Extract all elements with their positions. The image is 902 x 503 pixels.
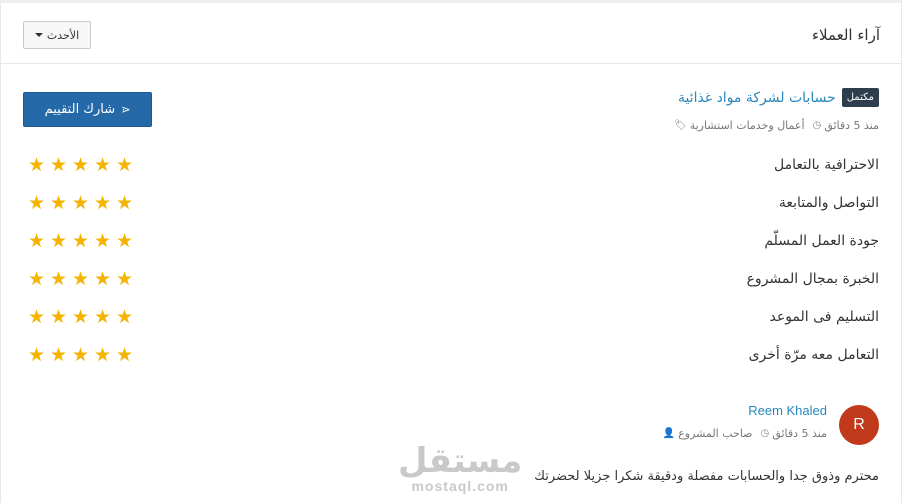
rating-row: التسليم فى الموعد ★ ★ ★ ★ ★ — [23, 305, 879, 343]
review-time: ◷ منذ 5 دقائق — [761, 427, 827, 440]
page-title: آراء العملاء — [811, 26, 880, 44]
project-time-label: منذ 5 دقائق — [824, 119, 879, 132]
clock-icon: ◷ — [812, 120, 822, 131]
rating-row: التعامل معه مرّة أخرى ★ ★ ★ ★ ★ — [23, 343, 879, 381]
star-icon: ★ — [27, 344, 46, 366]
review-time-label: منذ 5 دقائق — [772, 427, 827, 440]
star-icon: ★ — [49, 192, 68, 214]
star-icon: ★ — [49, 230, 68, 252]
rating-row: الخبرة بمجال المشروع ★ ★ ★ ★ ★ — [23, 267, 879, 305]
caret-down-icon — [34, 33, 43, 37]
star-icon: ★ — [71, 306, 90, 328]
sort-dropdown[interactable]: الأحدث — [23, 21, 91, 49]
rating-label: الاحترافية بالتعامل — [773, 157, 879, 173]
star-icon: ★ — [27, 192, 46, 214]
star-icon: ★ — [49, 306, 68, 328]
star-rating: ★ ★ ★ ★ ★ — [27, 155, 134, 175]
star-icon: ★ — [115, 306, 134, 328]
share-rating-label: شارك التقييم — [44, 102, 116, 117]
mostaql-watermark: مستقل mostaql.com — [398, 443, 522, 493]
rating-label: الخبرة بمجال المشروع — [746, 271, 879, 287]
star-rating: ★ ★ ★ ★ ★ — [27, 269, 134, 289]
status-badge: مكتمل — [841, 88, 879, 107]
star-icon: ★ — [27, 268, 46, 290]
review-meta: 👤 صاحب المشروع ◷ منذ 5 دقائق — [663, 427, 827, 440]
watermark-arabic: مستقل — [398, 441, 523, 481]
star-icon: ★ — [115, 192, 134, 214]
star-icon: ★ — [93, 344, 112, 366]
ratings-list: الاحترافية بالتعامل ★ ★ ★ ★ ★ التواصل والمتا… — [23, 153, 879, 381]
rating-row: التواصل والمتابعة ★ ★ ★ ★ ★ — [23, 191, 879, 229]
clock-icon: ◷ — [760, 428, 770, 439]
star-icon: ★ — [27, 306, 46, 328]
star-icon: ★ — [115, 344, 134, 366]
panel-header: آراء العملاء الأحدث — [1, 6, 901, 64]
project-time: ◷ منذ 5 دقائق — [813, 119, 879, 132]
rating-label: جودة العمل المسلّم — [764, 233, 879, 249]
rating-label: التسليم فى الموعد — [769, 309, 880, 325]
star-icon: ★ — [115, 230, 134, 252]
star-rating: ★ ★ ★ ★ ★ — [27, 231, 134, 251]
project-category[interactable]: 🏷 أعمال وخدمات استشارية — [674, 119, 805, 132]
star-rating: ★ ★ ★ ★ ★ — [27, 345, 134, 365]
rating-row: جودة العمل المسلّم ★ ★ ★ ★ ★ — [23, 229, 879, 267]
rating-label: التعامل معه مرّة أخرى — [748, 347, 879, 363]
star-icon: ★ — [49, 154, 68, 176]
star-icon: ★ — [27, 230, 46, 252]
reviewer-role: 👤 صاحب المشروع — [663, 427, 753, 440]
user-icon: 👤 — [662, 428, 676, 439]
avatar[interactable]: R — [839, 405, 879, 445]
share-icon: ⋖ — [121, 103, 131, 116]
star-icon: ★ — [115, 268, 134, 290]
reviewer-name-link[interactable]: Reem Khaled — [748, 403, 827, 418]
review-text: محترم وذوق جدا والحسابات مفصلة ودقيقة شك… — [534, 469, 879, 484]
share-rating-button[interactable]: ⋖ شارك التقييم — [23, 92, 152, 127]
star-icon: ★ — [93, 154, 112, 176]
sort-dropdown-label: الأحدث — [46, 28, 80, 42]
star-rating: ★ ★ ★ ★ ★ — [27, 193, 134, 213]
star-icon: ★ — [71, 154, 90, 176]
project-category-label: أعمال وخدمات استشارية — [689, 119, 805, 132]
star-icon: ★ — [49, 268, 68, 290]
star-rating: ★ ★ ★ ★ ★ — [27, 307, 134, 327]
tags-icon: 🏷 — [673, 120, 687, 131]
project-meta: 🏷 أعمال وخدمات استشارية ◷ منذ 5 دقائق — [674, 119, 879, 132]
watermark-latin: mostaql.com — [411, 478, 509, 494]
star-icon: ★ — [93, 192, 112, 214]
star-icon: ★ — [71, 344, 90, 366]
rating-row: الاحترافية بالتعامل ★ ★ ★ ★ ★ — [23, 153, 879, 191]
star-icon: ★ — [71, 230, 90, 252]
project-title-link[interactable]: حسابات لشركة مواد غذائية — [678, 90, 836, 106]
star-icon: ★ — [71, 192, 90, 214]
star-icon: ★ — [93, 268, 112, 290]
star-icon: ★ — [93, 306, 112, 328]
reviewer-role-label: صاحب المشروع — [678, 427, 753, 440]
star-icon: ★ — [27, 154, 46, 176]
rating-label: التواصل والمتابعة — [778, 195, 879, 211]
project-heading: مكتمل حسابات لشركة مواد غذائية — [678, 88, 879, 107]
star-icon: ★ — [93, 230, 112, 252]
star-icon: ★ — [71, 268, 90, 290]
reviews-panel: آراء العملاء الأحدث مكتمل حسابات لشركة م… — [0, 0, 902, 503]
star-icon: ★ — [115, 154, 134, 176]
star-icon: ★ — [49, 344, 68, 366]
